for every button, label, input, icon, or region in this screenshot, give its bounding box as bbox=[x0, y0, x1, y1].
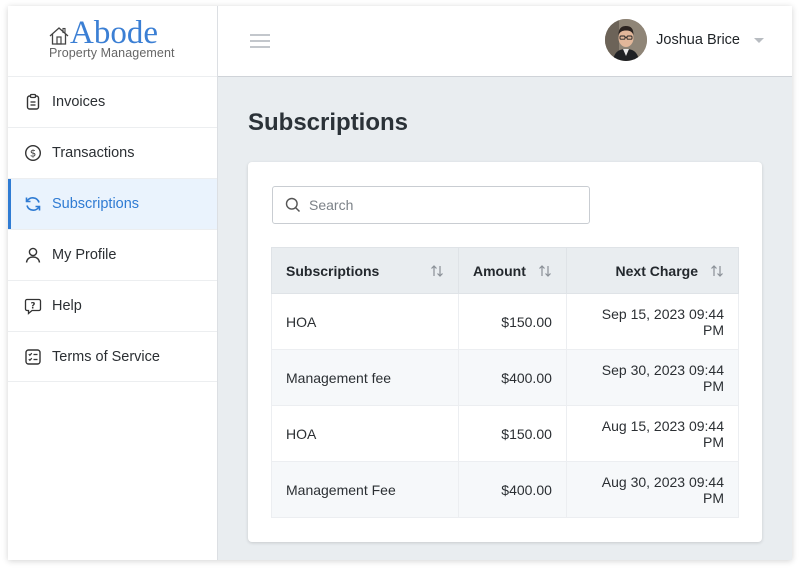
sidebar-item-label: Terms of Service bbox=[52, 348, 160, 365]
user-menu[interactable]: Joshua Brice bbox=[605, 19, 764, 61]
search-input[interactable] bbox=[309, 197, 569, 213]
subscription-name-cell: Management fee bbox=[271, 349, 459, 406]
column-header-subscriptions[interactable]: Subscriptions bbox=[271, 247, 459, 294]
sidebar-item-help[interactable]: ? Help bbox=[8, 280, 217, 331]
subscription-name-cell: HOA bbox=[271, 293, 459, 350]
search-box[interactable] bbox=[272, 186, 590, 224]
top-bar: Joshua Brice bbox=[218, 6, 792, 77]
help-bubble-icon: ? bbox=[24, 297, 42, 315]
table-row[interactable]: Management Fee $400.00 Aug 30, 2023 09:4… bbox=[271, 461, 740, 518]
clipboard-icon bbox=[24, 93, 42, 111]
amount-cell: $400.00 bbox=[458, 461, 567, 518]
subscription-name-cell: Management Fee bbox=[271, 461, 459, 518]
next-charge-cell: Sep 30, 2023 09:44 PM bbox=[565, 349, 740, 406]
sort-icon[interactable] bbox=[710, 264, 724, 278]
sidebar-item-invoices[interactable]: Invoices bbox=[8, 76, 217, 127]
column-header-label: Amount bbox=[473, 262, 526, 279]
amount-cell: $400.00 bbox=[458, 349, 567, 406]
search-icon bbox=[285, 197, 301, 213]
user-name: Joshua Brice bbox=[656, 32, 740, 48]
sidebar-item-my-profile[interactable]: My Profile bbox=[8, 229, 217, 280]
sidebar-item-subscriptions[interactable]: Subscriptions bbox=[8, 178, 217, 229]
dollar-circle-icon: $ bbox=[24, 144, 42, 162]
brand-tagline: Property Management bbox=[49, 46, 175, 60]
menu-icon[interactable] bbox=[250, 34, 270, 48]
amount-cell: $150.00 bbox=[458, 293, 567, 350]
refresh-icon bbox=[24, 195, 42, 213]
column-header-next-charge[interactable]: Next Charge bbox=[565, 247, 740, 294]
column-header-label: Subscriptions bbox=[286, 262, 380, 279]
next-charge-cell: Sep 15, 2023 09:44 PM bbox=[565, 293, 740, 350]
sort-icon[interactable] bbox=[538, 264, 552, 278]
next-charge-cell: Aug 30, 2023 09:44 PM bbox=[565, 461, 740, 518]
table-header-row: Subscriptions Amount Next Charge bbox=[271, 247, 740, 294]
table-row[interactable]: HOA $150.00 Aug 15, 2023 09:44 PM bbox=[271, 405, 740, 462]
sidebar-item-label: Transactions bbox=[52, 145, 135, 161]
user-icon bbox=[24, 246, 42, 264]
chevron-down-icon[interactable] bbox=[754, 37, 764, 43]
sidebar-item-label: Invoices bbox=[52, 94, 106, 110]
page-title: Subscriptions bbox=[248, 109, 409, 136]
avatar bbox=[605, 19, 648, 61]
subscriptions-table: Subscriptions Amount Next Charge HOA $15… bbox=[271, 247, 740, 518]
table-row[interactable]: Management fee $400.00 Sep 30, 2023 09:4… bbox=[271, 349, 740, 406]
sidebar-nav: Invoices $ Transactions Subscriptions My… bbox=[8, 76, 217, 382]
svg-text:?: ? bbox=[31, 302, 36, 312]
sidebar-item-label: Help bbox=[52, 298, 82, 314]
next-charge-cell: Aug 15, 2023 09:44 PM bbox=[565, 405, 740, 462]
house-icon bbox=[49, 27, 69, 45]
checklist-icon bbox=[24, 348, 42, 366]
subscriptions-card: Subscriptions Amount bbox=[248, 162, 762, 542]
sidebar: Abode Property Management Invoices $ Tra… bbox=[8, 6, 218, 560]
sidebar-item-transactions[interactable]: $ Transactions bbox=[8, 127, 217, 178]
sidebar-item-terms-of-service[interactable]: Terms of Service bbox=[8, 331, 217, 382]
sidebar-item-label: My Profile bbox=[52, 247, 117, 263]
column-header-label: Next Charge bbox=[615, 262, 698, 279]
logo[interactable]: Abode Property Management bbox=[8, 6, 217, 76]
subscription-name-cell: HOA bbox=[271, 405, 459, 462]
sort-icon[interactable] bbox=[430, 264, 444, 278]
main-content: Subscriptions Subscriptions bbox=[218, 77, 792, 560]
sidebar-item-label: Subscriptions bbox=[52, 196, 140, 212]
amount-cell: $150.00 bbox=[458, 405, 567, 462]
column-header-amount[interactable]: Amount bbox=[458, 247, 567, 294]
app-window: Abode Property Management Invoices $ Tra… bbox=[8, 6, 792, 560]
svg-text:$: $ bbox=[30, 149, 36, 160]
table-row[interactable]: HOA $150.00 Sep 15, 2023 09:44 PM bbox=[271, 293, 740, 350]
